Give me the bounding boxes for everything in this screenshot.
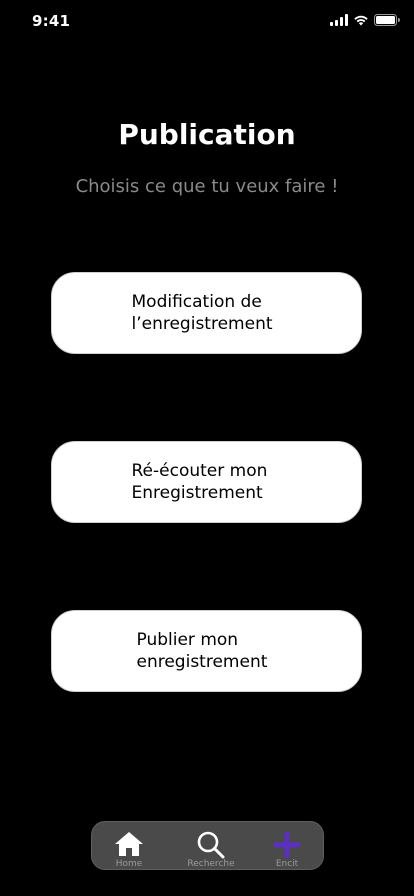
- tab-bar: Home Recherche Encit: [91, 821, 324, 870]
- status-bar: 9:41: [0, 0, 414, 44]
- page-subtitle: Choisis ce que tu veux faire !: [75, 176, 339, 197]
- publish-recording-label: Publier mon enregistrement: [136, 630, 268, 672]
- home-icon: [115, 832, 143, 856]
- edit-recording-button[interactable]: Modification de l’enregistrement: [51, 272, 362, 354]
- tab-home-label: Home: [115, 859, 143, 869]
- plus-icon: [274, 832, 300, 858]
- tab-create-label: Encit: [275, 859, 299, 869]
- search-icon: [197, 831, 225, 859]
- publish-recording-button[interactable]: Publier mon enregistrement: [51, 610, 362, 692]
- status-time: 9:41: [32, 12, 71, 30]
- tab-create[interactable]: Encit: [252, 822, 322, 871]
- page-title: Publication: [118, 118, 296, 151]
- wifi-icon: [354, 15, 368, 26]
- edit-recording-label: Modification de l’enregistrement: [131, 292, 273, 334]
- replay-recording-button[interactable]: Ré-écouter mon Enregistrement: [51, 441, 362, 523]
- tab-search[interactable]: Recherche: [176, 822, 246, 871]
- replay-recording-label: Ré-écouter mon Enregistrement: [131, 461, 268, 503]
- battery-icon: [374, 14, 400, 26]
- tab-home[interactable]: Home: [94, 822, 164, 871]
- tab-search-label: Recherche: [187, 859, 235, 869]
- status-icons: [330, 14, 400, 26]
- cellular-signal-icon: [330, 14, 348, 26]
